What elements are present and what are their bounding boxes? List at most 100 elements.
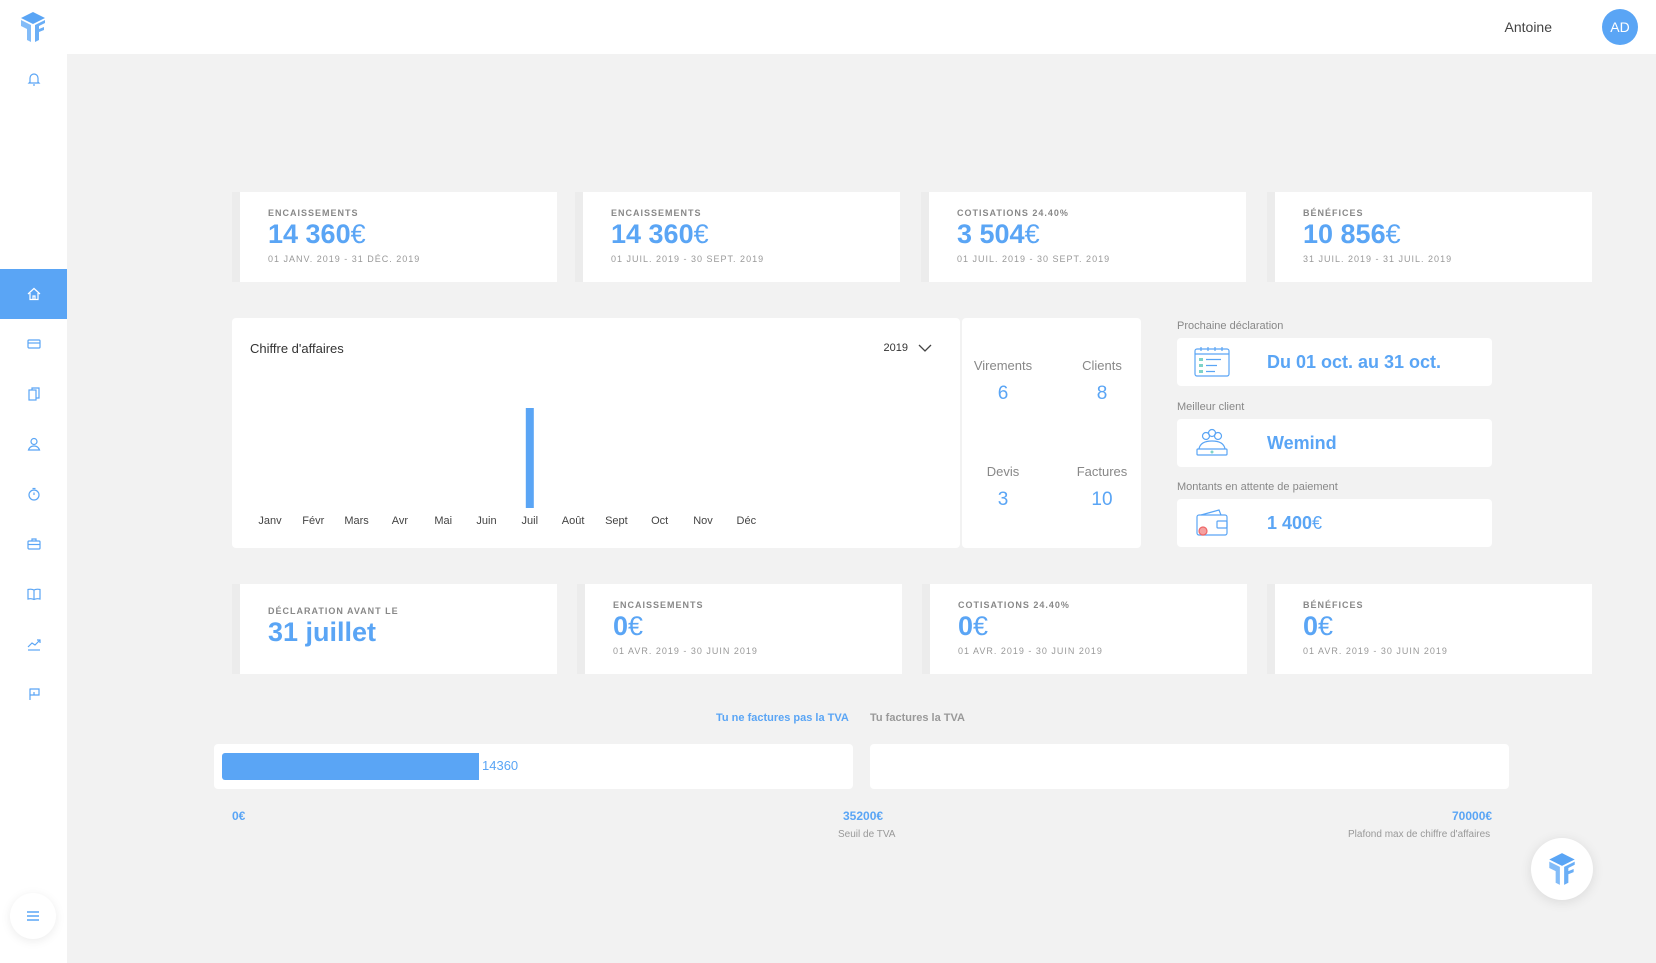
stat-label: COTISATIONS 24.40% — [957, 208, 1069, 218]
next-declaration-card[interactable]: Du 01 oct. au 31 oct. — [1177, 338, 1492, 386]
count-label: Virements — [973, 358, 1033, 373]
stat-value: 3 504€ — [957, 219, 1040, 249]
stat-range: 01 AVR. 2019 - 30 JUIN 2019 — [613, 646, 758, 656]
chart-tick-label: Août — [562, 515, 585, 527]
stat-label: BÉNÉFICES — [1303, 208, 1364, 218]
stat-value: 0€ — [958, 611, 989, 641]
user-name[interactable]: Antoine — [1505, 19, 1552, 35]
stat-label: COTISATIONS 24.40% — [958, 600, 1070, 610]
pending-card[interactable]: 1 400€ — [1177, 499, 1492, 547]
app-logo-icon — [1549, 853, 1575, 885]
stat-card-encaissements-year: ENCAISSEMENTS 14 360€ 01 JANV. 2019 - 31… — [232, 192, 557, 282]
stat-value: 0€ — [613, 611, 644, 641]
scale-threshold: 35200€ — [843, 809, 884, 823]
tva-progress-fill — [222, 753, 479, 780]
stat-label: ENCAISSEMENTS — [611, 208, 702, 218]
sidebar-item-payments[interactable] — [0, 322, 67, 366]
stat-value: 14 360€ — [611, 219, 709, 249]
card-icon — [26, 339, 41, 349]
stat-card-benefices-prev: BÉNÉFICES 0€ 01 AVR. 2019 - 30 JUIN 2019 — [1267, 584, 1592, 674]
home-icon — [27, 287, 40, 301]
stat-card-encaissements-quarter: ENCAISSEMENTS 14 360€ 01 JUIL. 2019 - 30… — [575, 192, 900, 282]
chart-bar-juil[interactable] — [525, 408, 534, 508]
hamburger-icon — [27, 911, 39, 921]
bell-icon — [27, 73, 40, 86]
help-fab-button[interactable] — [1531, 838, 1593, 900]
count-value: 8 — [1096, 383, 1108, 404]
sidebar-item-time[interactable] — [0, 472, 67, 516]
count-label: Clients — [1082, 358, 1122, 373]
chart-tick-label: Mars — [344, 515, 369, 527]
revenue-bar-chart: Janv Févr Mars Avr Mai Juin Juil Août Sept Oct Nov… — [258, 408, 757, 527]
timer-icon — [27, 487, 40, 501]
count-label: Devis — [986, 464, 1020, 479]
stat-label: ENCAISSEMENTS — [613, 600, 704, 610]
book-icon — [26, 588, 41, 601]
counts-card: Virements 6 Clients 8 Devis 3 Factures 1… — [962, 318, 1141, 548]
best-client-label: Meilleur client — [1177, 401, 1245, 413]
sidebar-item-home[interactable] — [0, 269, 67, 319]
trend-icon — [27, 639, 41, 651]
stat-card-cotisations: COTISATIONS 24.40% 3 504€ 01 JUIL. 2019 … — [921, 192, 1246, 282]
count-virements: Virements 6 — [963, 358, 1043, 405]
sidebar-item-documents[interactable] — [0, 372, 67, 416]
tab-no-tva[interactable]: Tu ne factures pas la TVA — [716, 712, 849, 724]
sidebar-item-guide[interactable] — [0, 572, 67, 616]
chart-tick-label: Févr — [302, 515, 324, 527]
stat-card-benefices: BÉNÉFICES 10 856€ 31 JUIL. 2019 - 31 JUI… — [1267, 192, 1592, 282]
stat-card-cotisations-prev: COTISATIONS 24.40% 0€ 01 AVR. 2019 - 30 … — [922, 584, 1247, 674]
tva-progress-left: 14360 — [214, 744, 853, 789]
calendar-list-icon — [1194, 347, 1230, 377]
flag-icon — [28, 688, 40, 700]
revenue-chart-card: Chiffre d'affaires 2019 Janv Févr Mars Avr M… — [232, 318, 960, 548]
scale-max: 70000€ — [1452, 809, 1493, 823]
stat-range: 01 AVR. 2019 - 30 JUIN 2019 — [1303, 646, 1448, 656]
tab-tva[interactable]: Tu factures la TVA — [870, 712, 965, 724]
chart-tick-label: Nov — [693, 515, 713, 527]
count-value: 3 — [997, 489, 1009, 510]
menu-button[interactable] — [10, 893, 56, 939]
sidebar-item-stats[interactable] — [0, 622, 67, 666]
tva-progress-value: 14360 — [482, 758, 519, 773]
sidebar-item-goals[interactable] — [0, 672, 67, 716]
stat-range: 01 JUIL. 2019 - 30 SEPT. 2019 — [611, 254, 765, 264]
declaration-label: DÉCLARATION AVANT LE — [268, 606, 399, 616]
briefcase-icon — [26, 538, 41, 550]
pending-value: 1 400€ — [1267, 513, 1323, 533]
app-logo-icon[interactable] — [18, 10, 48, 44]
stat-label: BÉNÉFICES — [1303, 600, 1364, 610]
count-devis: Devis 3 — [963, 464, 1043, 511]
count-clients: Clients 8 — [1062, 358, 1142, 405]
tva-progress-right — [870, 744, 1509, 789]
declaration-value: 31 juillet — [268, 617, 377, 647]
stat-value: 10 856€ — [1303, 219, 1401, 249]
chart-tick-label: Juin — [476, 515, 496, 527]
chart-tick-label: Mai — [434, 515, 452, 527]
sidebar-item-clients[interactable] — [0, 422, 67, 466]
chart-tick-label: Janv — [258, 515, 282, 527]
documents-icon — [27, 387, 40, 401]
stat-range: 01 JANV. 2019 - 31 DÉC. 2019 — [268, 254, 421, 264]
avatar[interactable]: AD — [1602, 9, 1638, 45]
declaration-card: DÉCLARATION AVANT LE 31 juillet — [232, 584, 557, 674]
count-factures: Factures 10 — [1062, 464, 1142, 511]
scale-threshold-label: Seuil de TVA — [838, 829, 896, 840]
sidebar-item-business[interactable] — [0, 522, 67, 566]
next-declaration-value: Du 01 oct. au 31 oct. — [1267, 352, 1442, 372]
pending-label: Montants en attente de paiement — [1177, 481, 1338, 493]
sidebar — [0, 0, 67, 963]
top-bar: Antoine AD — [67, 0, 1656, 54]
count-label: Factures — [1076, 464, 1128, 479]
scale-max-label: Plafond max de chiffre d'affaires — [1348, 829, 1491, 840]
chart-tick-label: Oct — [651, 515, 668, 527]
count-value: 10 — [1091, 489, 1113, 510]
stat-range: 01 JUIL. 2019 - 30 SEPT. 2019 — [957, 254, 1111, 264]
chart-tick-label: Déc — [737, 515, 757, 527]
best-client-card[interactable]: Wemind — [1177, 419, 1492, 467]
next-declaration-label: Prochaine déclaration — [1177, 320, 1284, 332]
chart-tick-label: Avr — [392, 515, 409, 527]
stat-label: ENCAISSEMENTS — [268, 208, 359, 218]
wallet-icon — [1196, 509, 1228, 536]
stat-range: 31 JUIL. 2019 - 31 JUIL. 2019 — [1303, 254, 1453, 264]
sidebar-item-notifications[interactable] — [0, 57, 67, 101]
